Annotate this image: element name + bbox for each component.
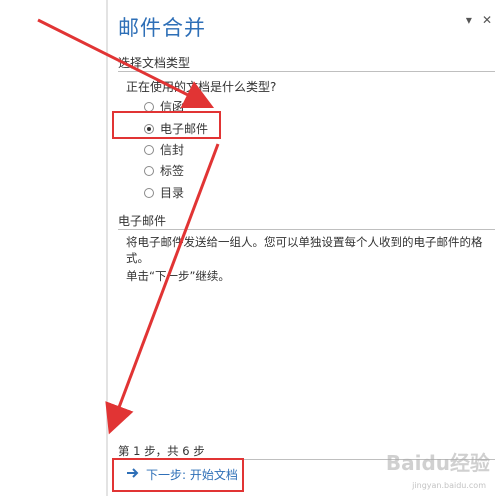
radio-button-icon[interactable] xyxy=(144,101,154,112)
section-label-doc-type: 选择文档类型 xyxy=(118,56,191,70)
radio-option-label[interactable]: 标签 xyxy=(144,162,184,179)
watermark-logo: Baidu经验 xyxy=(385,451,490,475)
section-label-email: 电子邮件 xyxy=(118,214,167,228)
radio-option-envelope[interactable]: 信封 xyxy=(144,141,184,158)
radio-button-icon[interactable] xyxy=(144,144,154,155)
radio-label: 信封 xyxy=(160,143,185,157)
watermark-url: jingyan.baidu.com xyxy=(412,481,486,490)
radio-label: 目录 xyxy=(160,186,185,200)
doc-type-question: 正在使用的文档是什么类型? xyxy=(126,80,277,94)
section-divider xyxy=(118,71,495,72)
pane-controls: ▾ ✕ xyxy=(466,14,492,26)
mail-merge-pane: 邮件合并 ▾ ✕ 选择文档类型 正在使用的文档是什么类型? 信函 电子邮件 信封… xyxy=(108,0,500,496)
radio-label: 标签 xyxy=(160,164,185,178)
email-description: 将电子邮件发送给一组人。您可以单独设置每个人收到的电子邮件的格式。 xyxy=(126,235,483,265)
highlight-box-email-option xyxy=(112,111,221,139)
step-indicator: 第 1 步，共 6 步 xyxy=(118,444,205,458)
radio-option-directory[interactable]: 目录 xyxy=(144,184,184,201)
pane-title: 邮件合并 xyxy=(118,16,206,40)
radio-button-icon[interactable] xyxy=(144,187,154,198)
highlight-box-next-step xyxy=(112,458,244,492)
chevron-down-icon[interactable]: ▾ xyxy=(466,14,472,26)
radio-button-icon[interactable] xyxy=(144,165,154,176)
document-margin xyxy=(0,0,106,496)
section-divider xyxy=(118,229,495,230)
close-icon[interactable]: ✕ xyxy=(482,14,492,26)
continue-hint: 单击“下一步”继续。 xyxy=(126,269,230,283)
